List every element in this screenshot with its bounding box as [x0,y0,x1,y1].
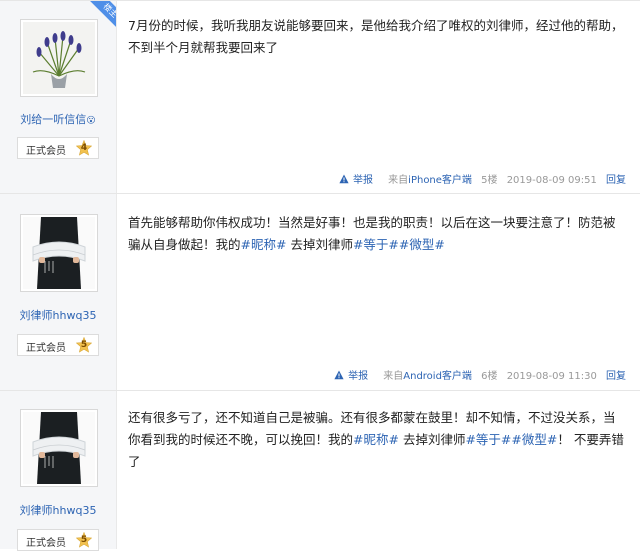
reply-button[interactable]: 回复 [606,371,626,382]
warning-icon [339,174,349,184]
post-content: 首先能够帮助你伟权成功！当然是好事！也是我的职责！以后在这一块要注意了！防范被骗… [128,215,616,252]
avatar[interactable] [20,214,98,292]
floor-number: 6楼 [481,371,498,382]
post-content: 还有很多亏了，还不知道自己是被骗。还有很多都蒙在鼓里！却不知情，不过没关系，当你… [128,410,624,469]
author-name-link[interactable]: 刘给一听信信😮 [0,111,116,127]
author-sidebar: 刘律师hhwq35 正式会员 5 [0,391,117,551]
hashtag-link[interactable]: #等于# [465,432,511,447]
post-meta: 举报 来自Android客户端 6楼 2019-08-09 11:30 回复 [328,367,626,382]
client-link[interactable]: Android客户端 [403,371,472,382]
level-star-icon: 5 [75,531,93,548]
report-button[interactable]: 举报 [334,370,371,382]
level-star-icon: 4 [75,139,93,156]
avatar[interactable] [20,409,98,487]
hashtag-link[interactable]: #昵称# [241,237,287,252]
rank-badge: 正式会员 5 [17,334,99,356]
lawyer-book-image [23,217,95,289]
author-sidebar: 楼主 刘给一听信信😮 正式会员 4 [0,1,117,193]
post-1: 楼主 刘给一听信信😮 正式会员 4 7月份的时候，我听我朋友说能够要回来，是他给… [0,0,640,193]
floor-number: 5楼 [481,175,498,186]
warning-icon [334,370,344,380]
lawyer-book-image [23,412,95,484]
rank-badge: 正式会员 5 [17,529,99,551]
surprised-emoji-icon: 😮 [86,116,96,126]
rank-badge: 正式会员 4 [17,137,99,159]
post-content: 7月份的时候，我听我朋友说能够要回来，是他给我介绍了唯权的刘律师，经过他的帮助，… [128,18,624,55]
report-button[interactable]: 举报 [339,174,376,186]
author-name-link[interactable]: 刘律师hhwq35 [0,502,116,518]
author-sidebar: 刘律师hhwq35 正式会员 5 [0,194,117,390]
reply-button[interactable]: 回复 [606,175,626,186]
avatar[interactable] [20,19,98,97]
hashtag-link[interactable]: #昵称# [353,432,399,447]
hashtag-link[interactable]: #等于# [353,237,399,252]
client-link[interactable]: iPhone客户端 [408,175,472,186]
flower-vase-image [23,22,95,94]
level-star-icon: 5 [75,336,93,353]
hashtag-link[interactable]: #微型# [511,432,557,447]
post-2: 刘律师hhwq35 正式会员 5 首先能够帮助你伟权成功！当然是好事！也是我的职… [0,193,640,390]
post-meta: 举报 来自iPhone客户端 5楼 2019-08-09 09:51 回复 [333,171,626,186]
hashtag-link[interactable]: #微型# [399,237,445,252]
post-time: 2019-08-09 09:51 [506,175,597,186]
author-name-link[interactable]: 刘律师hhwq35 [0,307,116,323]
post-3: 刘律师hhwq35 正式会员 5 还有很多亏了，还不知道自己是被骗。还有很多都蒙… [0,390,640,551]
post-time: 2019-08-09 11:30 [506,371,597,382]
